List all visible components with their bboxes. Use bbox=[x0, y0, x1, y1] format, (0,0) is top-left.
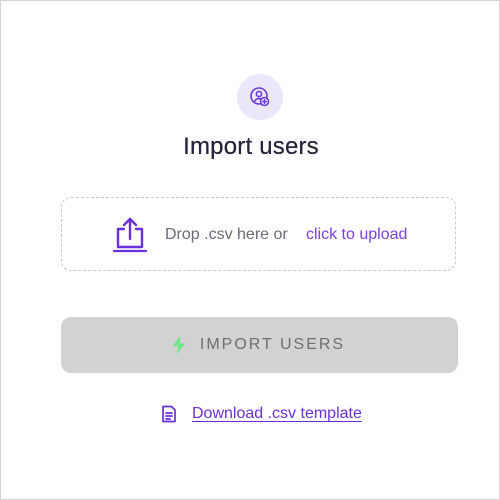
user-add-icon bbox=[250, 87, 270, 107]
document-icon bbox=[162, 405, 176, 423]
download-template-link[interactable]: Download .csv template bbox=[192, 405, 362, 423]
dropzone-text: Drop .csv here or bbox=[165, 226, 288, 243]
bolt-icon bbox=[172, 335, 186, 355]
import-users-panel: Import users Drop .csv here or click to … bbox=[0, 0, 500, 500]
csv-dropzone[interactable]: Drop .csv here or click to upload bbox=[61, 197, 456, 271]
click-to-upload-link[interactable]: click to upload bbox=[306, 225, 407, 245]
page-title: Import users bbox=[183, 133, 319, 160]
import-users-label: IMPORT USERS bbox=[199, 336, 346, 353]
upload-icon bbox=[112, 217, 148, 253]
import-users-button[interactable]: IMPORT USERS bbox=[61, 317, 458, 373]
download-template[interactable]: Download .csv template bbox=[159, 404, 362, 424]
header-icon-badge bbox=[237, 74, 283, 120]
